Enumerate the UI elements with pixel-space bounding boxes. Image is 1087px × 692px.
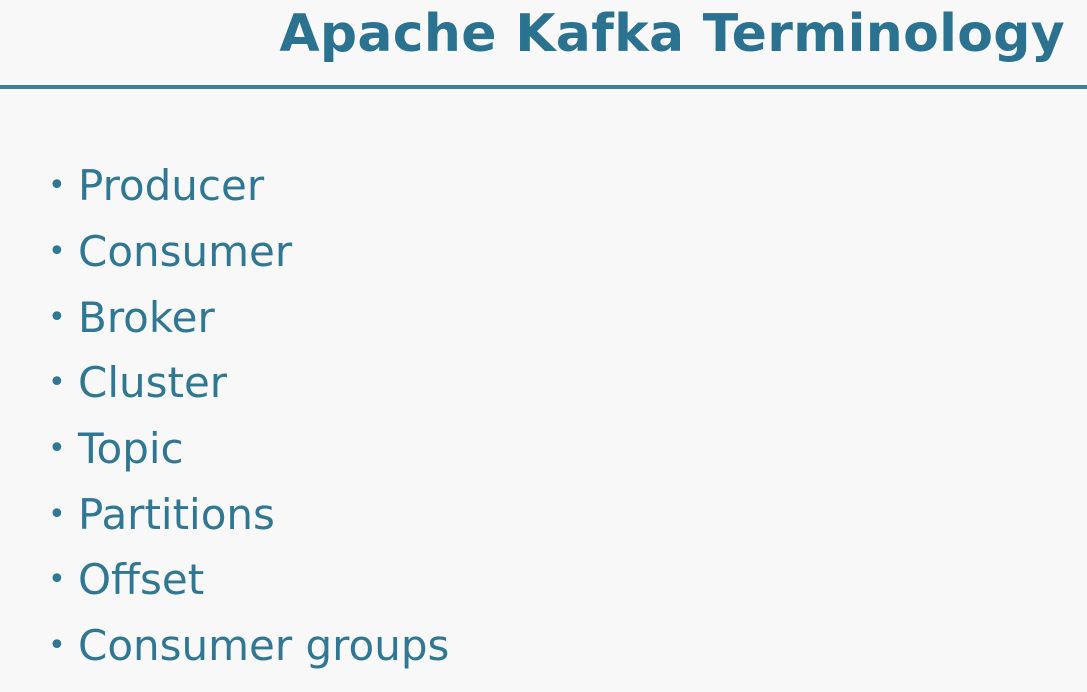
bullet-icon: •: [48, 299, 66, 335]
list-item: • Consumer groups: [48, 613, 449, 679]
slide: Apache Kafka Terminology • Producer • Co…: [0, 0, 1087, 692]
bullet-label-consumer: Consumer: [78, 227, 293, 277]
bullet-icon: •: [48, 168, 66, 204]
list-item: • Broker: [48, 284, 449, 350]
list-item: • Consumer: [48, 219, 449, 285]
bullet-icon: •: [48, 496, 66, 532]
list-item: • Cluster: [48, 350, 449, 416]
list-item: • Producer: [48, 153, 449, 219]
title-divider: [0, 85, 1087, 89]
bullet-label-cluster: Cluster: [78, 358, 228, 408]
slide-title: Apache Kafka Terminology: [279, 4, 1065, 64]
bullet-label-consumer-groups: Consumer groups: [78, 621, 450, 671]
bullet-icon: •: [48, 365, 66, 401]
bullet-icon: •: [48, 562, 66, 598]
bullet-icon: •: [48, 431, 66, 467]
bullet-label-offset: Offset: [78, 555, 205, 605]
list-item: • Partitions: [48, 481, 449, 547]
bullet-label-partitions: Partitions: [78, 489, 275, 539]
list-item: • Offset: [48, 547, 449, 613]
bullet-label-topic: Topic: [78, 424, 184, 474]
bullet-icon: •: [48, 628, 66, 664]
list-item: • Topic: [48, 416, 449, 482]
bullet-label-broker: Broker: [78, 292, 215, 342]
bullet-label-producer: Producer: [78, 161, 265, 211]
bullet-icon: •: [48, 234, 66, 270]
bullet-list: • Producer • Consumer • Broker • Cluster…: [48, 153, 449, 679]
